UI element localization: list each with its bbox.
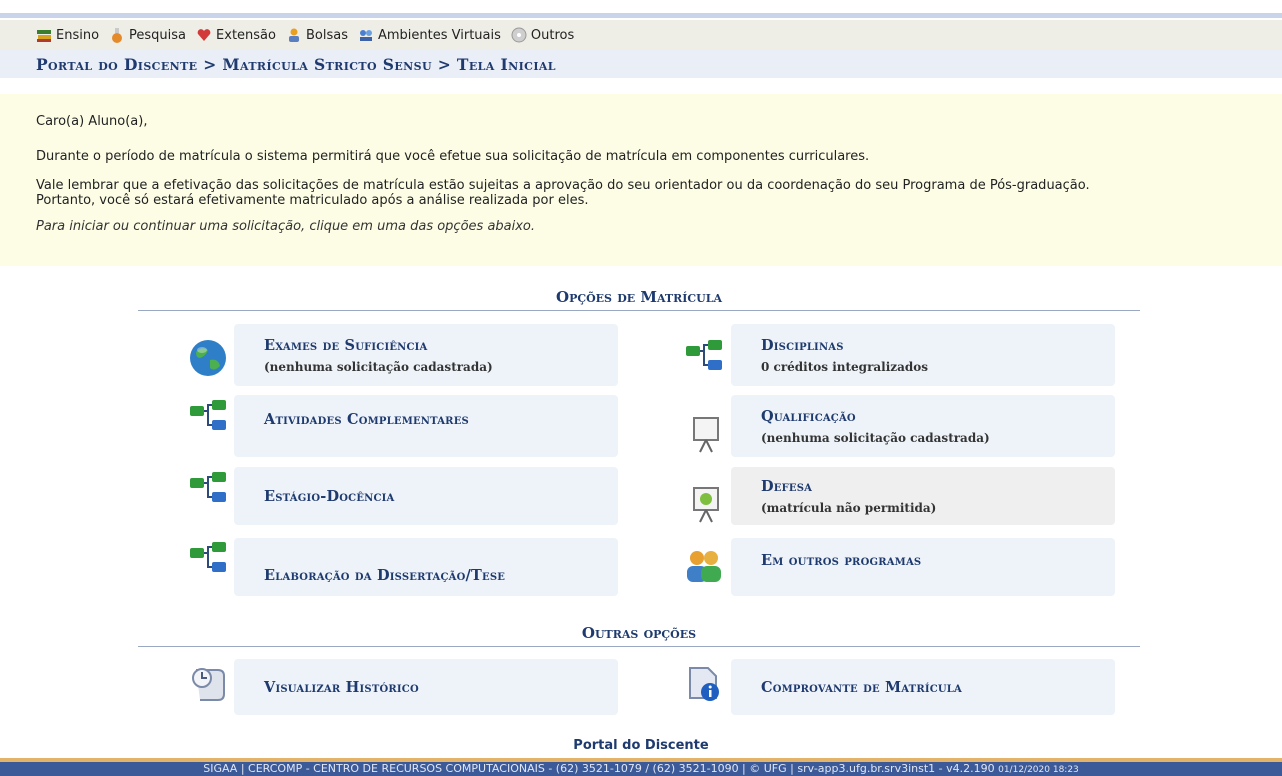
person-icon	[288, 28, 299, 42]
card-exames-suficiencia[interactable]: Exames de Suficiência (nenhuma solicitaç…	[234, 324, 618, 386]
card-comprovante-title: Comprovante de Matrícula	[761, 678, 962, 696]
globe-icon	[190, 340, 226, 376]
intro-paragraph-2: Vale lembrar que a efetivação das solici…	[36, 178, 1246, 208]
card-disciplinas-title: Disciplinas	[761, 336, 844, 354]
card-atividades-title: Atividades Complementares	[264, 410, 469, 428]
card-elaboracao-title: Elaboração da Dissertação/Tese	[264, 566, 506, 584]
top-strip	[0, 0, 1282, 20]
tree-icon	[190, 542, 226, 572]
card-comprovante-matricula[interactable]: Comprovante de Matrícula	[731, 659, 1115, 715]
card-disciplinas[interactable]: Disciplinas 0 créditos integralizados	[731, 324, 1115, 386]
section-title-outras: Outras opções	[138, 624, 1140, 647]
tree-icon	[190, 400, 226, 430]
card-defesa-title: Defesa	[761, 477, 813, 495]
footer-bar: SIGAA | CERCOMP - CENTRO DE RECURSOS COM…	[0, 758, 1282, 776]
menu-ambientes-label: Ambientes Virtuais	[377, 27, 501, 43]
card-qualificacao[interactable]: Qualificação (nenhuma solicitação cadast…	[731, 395, 1115, 457]
flask-icon	[112, 28, 123, 43]
intro-paragraph-2a: Vale lembrar que a efetivação das solici…	[36, 178, 1090, 193]
menu-ensino-label: Ensino	[56, 27, 100, 43]
footer-date: 01/12/2020 18:23	[998, 765, 1079, 775]
card-defesa-sub: (matrícula não permitida)	[761, 500, 937, 515]
menu-pesquisa-label: Pesquisa	[129, 27, 187, 43]
greeting: Caro(a) Aluno(a),	[36, 114, 148, 129]
card-defesa[interactable]: Defesa (matrícula não permitida)	[731, 467, 1115, 525]
menu-extensao-label: Extensão	[216, 27, 276, 43]
card-historico-title: Visualizar Histórico	[264, 678, 419, 696]
intro-paragraph-1: Durante o período de matrícula o sistema…	[36, 149, 870, 164]
menu-bolsas-label: Bolsas	[305, 27, 348, 43]
card-outros-programas-title: Em outros programas	[761, 551, 922, 569]
users-icon	[687, 551, 721, 582]
card-outros-programas[interactable]: Em outros programas	[731, 538, 1115, 596]
scroll-history-icon	[192, 668, 225, 701]
card-qualificacao-sub: (nenhuma solicitação cadastrada)	[761, 430, 990, 445]
footer-portal-link[interactable]: Portal do Discente	[0, 738, 1282, 753]
menu-ambientes-virtuais[interactable]: Ambientes Virtuais	[358, 27, 501, 43]
card-exames-title: Exames de Suficiência	[264, 336, 428, 354]
breadcrumb: Portal do Discente > Matrícula Stricto S…	[0, 50, 1282, 78]
menu-outros-label: Outros	[530, 27, 575, 43]
menu-extensao[interactable]: Extensão	[196, 27, 276, 43]
section-title-matricula: Opções de Matrícula	[138, 288, 1140, 311]
intro-hint: Para iniciar ou continuar uma solicitaçã…	[36, 219, 536, 234]
card-estagio-title: Estágio-Docência	[264, 487, 395, 505]
tree-icon	[686, 340, 722, 370]
intro-paragraph-2b: Portanto, você só estará efetivamente ma…	[36, 193, 589, 208]
menu-bolsas[interactable]: Bolsas	[286, 27, 348, 43]
books-icon	[37, 30, 51, 42]
menu-ensino[interactable]: Ensino	[36, 27, 99, 43]
menu-outros[interactable]: Outros	[511, 27, 574, 43]
footer-text: SIGAA | CERCOMP - CENTRO DE RECURSOS COM…	[203, 762, 995, 775]
card-estagio-docencia[interactable]: Estágio-Docência	[234, 467, 618, 525]
main-menu: Ensino Pesquisa Extensão Bolsas Ambiente…	[0, 20, 1282, 50]
presentation-chart-icon	[693, 487, 719, 523]
card-elaboracao-dissertacao[interactable]: Elaboração da Dissertação/Tese	[234, 538, 618, 596]
tree-icon	[190, 472, 226, 502]
intro-box: Caro(a) Aluno(a), Durante o período de m…	[0, 94, 1282, 266]
card-atividades-complementares[interactable]: Atividades Complementares	[234, 395, 618, 457]
card-qualificacao-title: Qualificação	[761, 407, 856, 425]
card-exames-sub: (nenhuma solicitação cadastrada)	[264, 359, 493, 374]
cd-icon	[511, 27, 527, 43]
menu-pesquisa[interactable]: Pesquisa	[109, 27, 186, 43]
top-accent-bar	[0, 13, 1282, 18]
card-visualizar-historico[interactable]: Visualizar Histórico	[234, 659, 618, 715]
document-info-icon	[689, 667, 719, 701]
presentation-board-icon	[693, 417, 719, 453]
heart-icon	[197, 29, 211, 41]
virtual-icon	[359, 30, 372, 41]
card-disciplinas-sub: 0 créditos integralizados	[761, 359, 929, 374]
